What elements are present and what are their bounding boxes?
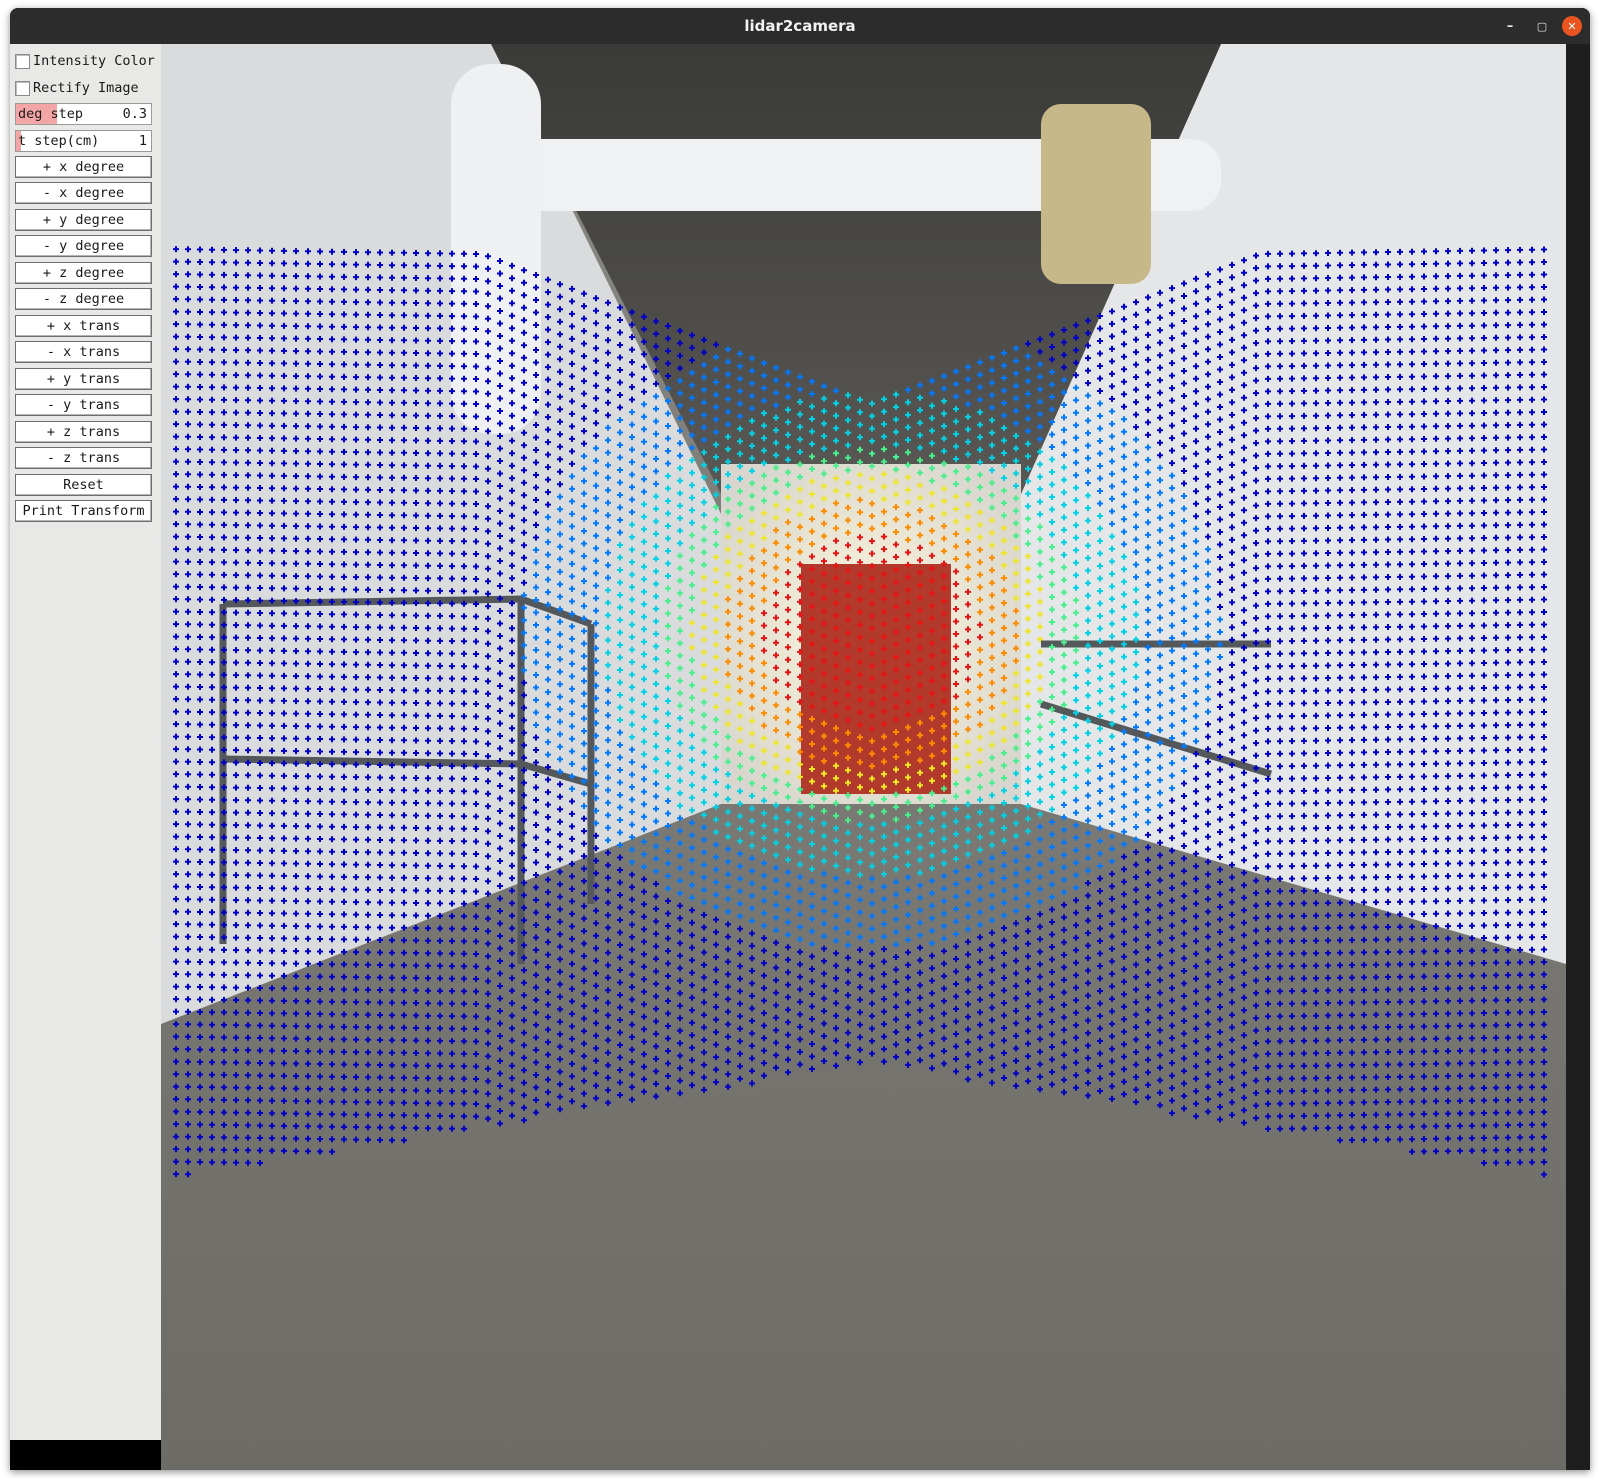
window-title: lidar2camera (744, 17, 856, 35)
plus-z-degree-button[interactable]: + z degree (15, 262, 152, 284)
intensity-color-label: Intensity Color (33, 53, 155, 69)
plus-z-trans-button[interactable]: + z trans (15, 421, 152, 443)
minus-x-trans-button[interactable]: - x trans (15, 341, 152, 363)
deg-step-slider[interactable]: deg step 0.3 (15, 103, 152, 125)
rectify-image-label: Rectify Image (33, 80, 139, 96)
t-step-value: 1 (138, 133, 147, 149)
checkbox-box[interactable] (15, 53, 30, 69)
t-step-slider[interactable]: t step(cm) 1 (15, 130, 152, 152)
minimize-icon[interactable]: – (1500, 16, 1520, 36)
deg-step-label: deg step (18, 106, 84, 122)
minus-y-degree-button[interactable]: - y degree (15, 235, 152, 257)
pipe (1041, 104, 1151, 284)
maximize-icon[interactable]: ▢ (1532, 16, 1552, 36)
minus-y-trans-button[interactable]: - y trans (15, 394, 152, 416)
app-window: lidar2camera – ▢ ✕ Intensity Color Recti… (10, 8, 1590, 1470)
close-icon[interactable]: ✕ (1562, 16, 1582, 36)
plus-x-degree-button[interactable]: + x degree (15, 156, 152, 178)
control-panel: Intensity Color Rectify Image deg step 0… (10, 44, 161, 1470)
deg-step-value: 0.3 (122, 106, 147, 122)
minus-z-degree-button[interactable]: - z degree (15, 288, 152, 310)
plus-y-degree-button[interactable]: + y degree (15, 209, 152, 231)
panel-footer (10, 1440, 161, 1470)
print-transform-button[interactable]: Print Transform (15, 500, 152, 522)
camera-view[interactable] (161, 44, 1566, 1470)
minus-x-degree-button[interactable]: - x degree (15, 182, 152, 204)
plus-y-trans-button[interactable]: + y trans (15, 368, 152, 390)
checkbox-box[interactable] (15, 80, 30, 96)
camera-image (161, 44, 1566, 1470)
title-bar: lidar2camera – ▢ ✕ (10, 8, 1590, 44)
minus-z-trans-button[interactable]: - z trans (15, 447, 152, 469)
plus-x-trans-button[interactable]: + x trans (15, 315, 152, 337)
intensity-color-checkbox[interactable]: Intensity Color (15, 50, 155, 72)
reset-button[interactable]: Reset (15, 474, 152, 496)
t-step-label: t step(cm) (18, 133, 100, 149)
rectify-image-checkbox[interactable]: Rectify Image (15, 77, 139, 99)
